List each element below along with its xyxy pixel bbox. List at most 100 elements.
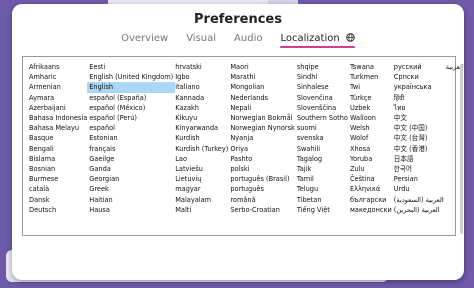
- language-option[interactable]: shqipe: [295, 62, 350, 72]
- language-option[interactable]: Oriya: [228, 144, 296, 154]
- language-option[interactable]: Bengali: [27, 144, 89, 154]
- language-option[interactable]: română: [228, 195, 296, 205]
- language-option[interactable]: italiano: [173, 82, 230, 92]
- language-option[interactable]: Deutsch: [27, 205, 89, 215]
- language-option[interactable]: Kurdish (Turkey): [173, 144, 230, 154]
- language-option[interactable]: Norwegian Bokmål: [228, 113, 296, 123]
- language-option[interactable]: Welsh: [348, 123, 394, 133]
- language-option[interactable]: Kinyarwanda: [173, 123, 230, 133]
- language-option[interactable]: magyar: [173, 184, 230, 194]
- language-option[interactable]: Gaeilge: [87, 154, 175, 164]
- language-option[interactable]: Serbo-Croatian: [228, 205, 296, 215]
- language-option[interactable]: Tswana: [348, 62, 394, 72]
- language-option[interactable]: Kannada: [173, 93, 230, 103]
- language-option[interactable]: Twi: [348, 82, 394, 92]
- language-option[interactable]: Xhosa: [348, 144, 394, 154]
- language-option[interactable]: Azerbaijani: [27, 103, 89, 113]
- language-option[interactable]: Walloon: [348, 113, 394, 123]
- language-option[interactable]: 한국어: [392, 164, 446, 174]
- language-option[interactable]: hrvatski: [173, 62, 230, 72]
- language-option[interactable]: português (Brasil): [228, 174, 296, 184]
- language-option[interactable]: 中文 (香港): [392, 144, 446, 154]
- language-option[interactable]: English: [87, 82, 176, 93]
- language-option[interactable]: Ελληνικά: [348, 184, 394, 194]
- language-option[interactable]: Georgian: [87, 174, 175, 184]
- language-option[interactable]: Maori: [228, 62, 296, 72]
- language-option[interactable]: Telugu: [295, 184, 350, 194]
- language-option[interactable]: Slovenščina: [295, 103, 350, 113]
- language-option[interactable]: Marathi: [228, 72, 296, 82]
- language-option[interactable]: Zulu: [348, 164, 394, 174]
- language-option[interactable]: български: [348, 195, 394, 205]
- language-option[interactable]: català: [27, 184, 89, 194]
- language-option[interactable]: Tiếng Việt: [295, 205, 350, 215]
- language-option[interactable]: Dansk: [27, 195, 89, 205]
- language-option[interactable]: Bahasa Indonesia: [27, 113, 89, 123]
- language-option[interactable]: Tamil: [295, 174, 350, 184]
- language-option[interactable]: ไทย: [392, 103, 446, 113]
- language-option[interactable]: Slovenčina: [295, 93, 350, 103]
- scrollbar-thumb[interactable]: [460, 64, 463, 234]
- language-option[interactable]: svenska: [295, 133, 350, 143]
- tab-localization[interactable]: Localization: [280, 33, 356, 48]
- language-option[interactable]: polski: [228, 164, 296, 174]
- language-option[interactable]: español (España): [87, 93, 175, 103]
- language-option[interactable]: македонски: [348, 205, 394, 215]
- language-option[interactable]: Urdu: [392, 184, 446, 194]
- language-option[interactable]: Nepali: [228, 103, 296, 113]
- language-option[interactable]: Turkmen: [348, 72, 394, 82]
- language-option[interactable]: português: [228, 184, 296, 194]
- language-option[interactable]: العربية (السعودية): [392, 195, 446, 205]
- language-option[interactable]: Bosnian: [27, 164, 89, 174]
- language-option[interactable]: Tibetan: [295, 195, 350, 205]
- language-option[interactable]: Malayalam: [173, 195, 230, 205]
- language-option[interactable]: Greek: [87, 184, 175, 194]
- language-option[interactable]: Bislama: [27, 154, 89, 164]
- language-option[interactable]: Burmese: [27, 174, 89, 184]
- tab-overview[interactable]: Overview: [121, 33, 168, 47]
- language-option[interactable]: Српски: [392, 72, 446, 82]
- language-option[interactable]: Norwegian Nynorsk: [228, 123, 296, 133]
- language-option[interactable]: Estonian: [87, 133, 175, 143]
- language-option[interactable]: русский: [392, 62, 446, 72]
- language-option[interactable]: Latviešu: [173, 164, 230, 174]
- language-option[interactable]: हिंदी: [392, 93, 446, 103]
- language-option[interactable]: Aymara: [27, 93, 89, 103]
- language-option[interactable]: Swahili: [295, 144, 350, 154]
- language-option[interactable]: Southern Sotho: [295, 113, 350, 123]
- language-option[interactable]: Haitian: [87, 195, 175, 205]
- language-option[interactable]: українська: [392, 82, 446, 92]
- language-option[interactable]: Sinhalese: [295, 82, 350, 92]
- language-option[interactable]: Kazakh: [173, 103, 230, 113]
- language-option[interactable]: English (United Kingdom): [87, 72, 175, 82]
- language-option[interactable]: 中文 (中国): [392, 123, 446, 133]
- language-option[interactable]: 日本語: [392, 154, 446, 164]
- language-option[interactable]: Pashto: [228, 154, 296, 164]
- language-option[interactable]: Eesti: [87, 62, 175, 72]
- language-option[interactable]: Nyanja: [228, 133, 296, 143]
- language-option[interactable]: Sindhi: [295, 72, 350, 82]
- language-option[interactable]: Kurdish: [173, 133, 230, 143]
- language-option[interactable]: Lao: [173, 154, 230, 164]
- language-option[interactable]: Hausa: [87, 205, 175, 215]
- language-option[interactable]: Armenian: [27, 82, 89, 92]
- tab-audio[interactable]: Audio: [234, 33, 262, 47]
- language-option[interactable]: Afrikaans: [27, 62, 89, 72]
- language-option[interactable]: 中文 (台灣): [392, 133, 446, 143]
- language-option[interactable]: Bahasa Melayu: [27, 123, 89, 133]
- language-option[interactable]: Wolof: [348, 133, 394, 143]
- language-option[interactable]: español (México): [87, 103, 175, 113]
- tab-visual[interactable]: Visual: [186, 33, 216, 47]
- language-option[interactable]: Amharic: [27, 72, 89, 82]
- language-option[interactable]: Basque: [27, 133, 89, 143]
- language-option[interactable]: Čeština: [348, 174, 394, 184]
- language-option[interactable]: Uzbek: [348, 103, 394, 113]
- language-option[interactable]: español (Perú): [87, 113, 175, 123]
- language-option[interactable]: Tajik: [295, 164, 350, 174]
- language-option[interactable]: Ganda: [87, 164, 175, 174]
- language-option[interactable]: Nederlands: [228, 93, 296, 103]
- language-option[interactable]: suomi: [295, 123, 350, 133]
- language-option[interactable]: Igbo: [173, 72, 230, 82]
- language-option[interactable]: Mongolian: [228, 82, 296, 92]
- language-option[interactable]: Lietuvių: [173, 174, 230, 184]
